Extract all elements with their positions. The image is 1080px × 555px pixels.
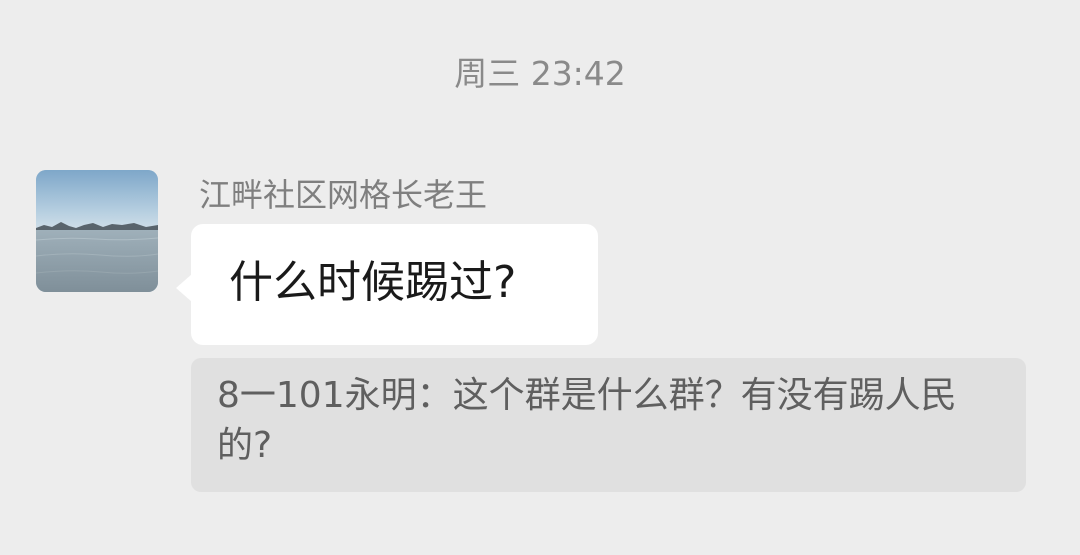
message-text: 什么时候踢过? [229,257,517,308]
message-bubble-tail [176,274,192,302]
message-bubble[interactable]: 什么时候踢过? [191,224,598,345]
sender-avatar[interactable] [36,170,158,292]
sender-name: 江畔社区网格长老王 [199,176,488,214]
incoming-message-row: 江畔社区网格长老王 什么时候踢过? 8一101永明：这个群是什么群？有没有踢人民… [0,0,1080,555]
landscape-avatar-icon [36,170,158,292]
quoted-message[interactable]: 8一101永明：这个群是什么群？有没有踢人民的? [191,358,1026,492]
quoted-message-text: 8一101永明：这个群是什么群？有没有踢人民的? [217,375,957,466]
